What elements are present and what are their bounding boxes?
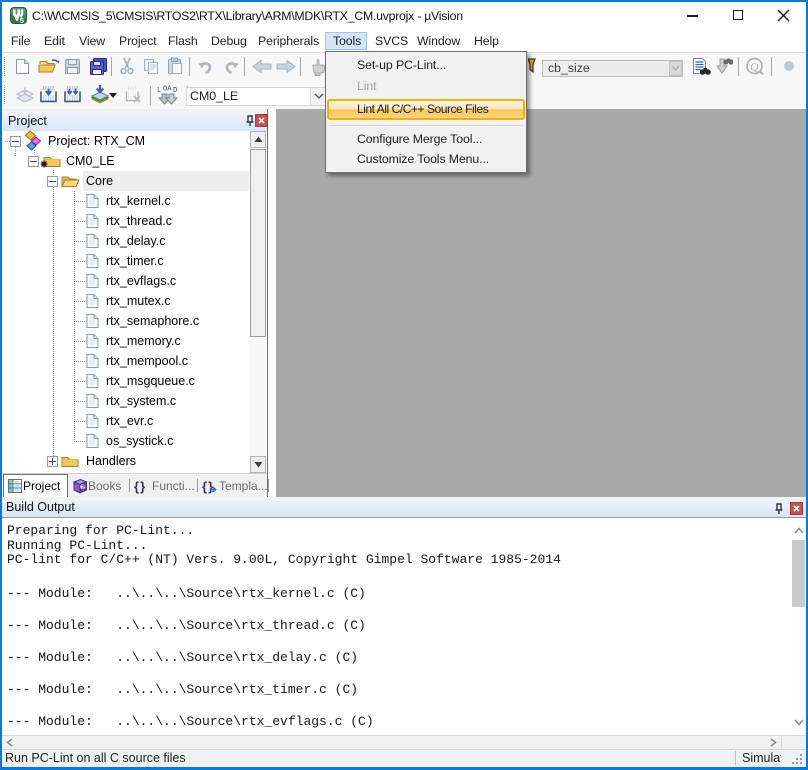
svg-text:5: 5 — [20, 16, 24, 24]
svg-text:Q: Q — [750, 60, 759, 74]
svg-text:OA: OA — [163, 86, 172, 94]
svg-text:L: L — [157, 87, 161, 95]
svg-text:?: ? — [81, 485, 85, 491]
